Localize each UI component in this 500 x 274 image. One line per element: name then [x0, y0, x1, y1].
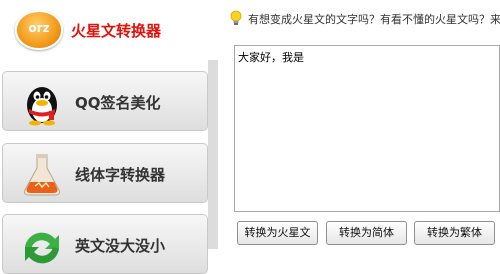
tip-line: 有想变成火星文的文字吗？有看不懂的火星文吗？来 — [230, 8, 500, 28]
flask-icon — [24, 154, 60, 196]
qq-penguin-icon — [27, 87, 57, 126]
sidebar-item-label: 英文没大没小 — [75, 237, 166, 255]
text-input-area[interactable]: 大家好，我是 — [235, 46, 499, 211]
tip-text: 有想变成火星文的文字吗？有看不懂的火星文吗？来 — [248, 13, 500, 26]
sidebar-item-label: 火星文转换器 — [71, 22, 162, 40]
sidebar: orz 火星文转换器 QQ签名美化 线体字转换器 英文没大没小 — [0, 0, 218, 274]
sidebar-rail — [208, 60, 218, 249]
convert-to-traditional-button[interactable]: 转换为繁体 — [414, 221, 495, 245]
sidebar-item-line-font[interactable]: 线体字转换器 — [2, 143, 208, 203]
sidebar-item-qq-signature[interactable]: QQ签名美化 — [2, 71, 208, 131]
lightbulb-icon — [230, 10, 242, 25]
sidebar-item-label: QQ签名美化 — [75, 94, 161, 112]
convert-to-martian-button[interactable]: 转换为火星文 — [237, 221, 318, 245]
convert-to-simplified-button[interactable]: 转换为简体 — [326, 221, 407, 245]
sidebar-item-martian-converter[interactable]: orz 火星文转换器 — [0, 0, 218, 60]
sidebar-item-case-converter[interactable]: 英文没大没小 — [2, 214, 208, 274]
editor-frame: 大家好，我是 — [234, 45, 500, 212]
sidebar-item-label: 线体字转换器 — [75, 166, 166, 184]
orz-badge-icon: orz — [15, 10, 63, 50]
green-arrows-icon — [25, 232, 59, 264]
